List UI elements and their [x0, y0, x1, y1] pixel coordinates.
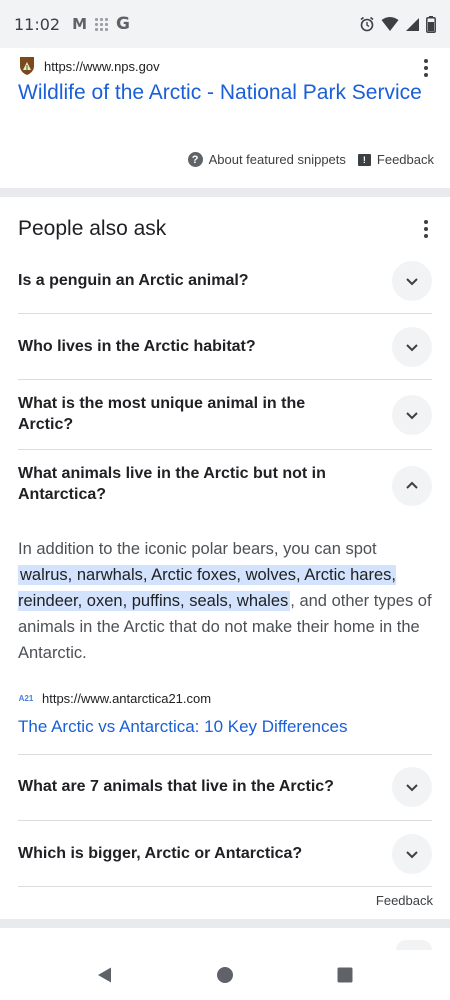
result-url: https://www.nps.gov — [44, 58, 160, 74]
result-title-link[interactable]: Wildlife of the Arctic - National Park S… — [18, 78, 428, 107]
navigation-bar — [0, 950, 450, 1000]
home-icon[interactable] — [215, 965, 235, 985]
paa-question-text: Which is bigger, Arctic or Antarctica? — [18, 845, 303, 862]
people-also-ask-section: People also ask Is a penguin an Arctic a… — [0, 197, 450, 921]
chevron-down-icon[interactable] — [392, 834, 432, 874]
paa-question-text: What is the most unique animal in the Ar… — [18, 395, 306, 433]
status-bar: 11:02 M G — [0, 0, 450, 48]
search-result-card: https://www.nps.gov Wildlife of the Arct… — [0, 48, 450, 190]
paa-more-options-icon[interactable] — [416, 219, 436, 239]
help-icon: ? — [187, 152, 203, 167]
paa-question-row-expanded[interactable]: What animals live in the Arctic but not … — [18, 450, 432, 528]
section-divider — [0, 919, 450, 928]
paa-question-row[interactable]: Is a penguin an Arctic animal? — [18, 247, 432, 314]
answer-source-title-link[interactable]: The Arctic vs Antarctica: 10 Key Differe… — [18, 717, 347, 737]
signal-icon — [406, 18, 419, 31]
paa-answer-snippet: In addition to the iconic polar bears, y… — [18, 536, 434, 666]
alarm-icon — [360, 16, 374, 32]
apps-grid-icon — [95, 17, 109, 31]
paa-question-row[interactable]: Which is bigger, Arctic or Antarctica? — [18, 821, 432, 887]
paa-question-text: Is a penguin an Arctic animal? — [18, 272, 249, 289]
wifi-icon — [381, 17, 399, 31]
paa-heading: People also ask — [18, 217, 167, 240]
paa-question-row[interactable]: Who lives in the Arctic habitat? — [18, 314, 432, 380]
next-card-peek — [396, 940, 432, 950]
gmail-icon: M — [72, 15, 88, 33]
recents-icon[interactable] — [335, 965, 355, 985]
chevron-down-icon[interactable] — [392, 261, 432, 301]
feedback-link[interactable]: ! Feedback — [357, 152, 434, 167]
status-time: 11:02 — [14, 14, 61, 34]
chevron-down-icon[interactable] — [392, 395, 432, 435]
antarctica21-logo-icon: A21 — [18, 694, 34, 703]
paa-question-text: What animals live in the Arctic but not … — [18, 465, 326, 503]
google-icon: G — [116, 14, 131, 34]
answer-text-before: In addition to the iconic polar bears, y… — [18, 540, 377, 558]
answer-source[interactable]: A21 https://www.antarctica21.com — [18, 691, 211, 706]
section-divider — [0, 188, 450, 197]
feedback-icon: ! — [357, 153, 371, 166]
paa-question-row[interactable]: What is the most unique animal in the Ar… — [18, 380, 432, 450]
nps-arrowhead-icon — [20, 57, 34, 75]
back-icon[interactable] — [95, 965, 115, 985]
about-featured-snippets-label: About featured snippets — [208, 152, 346, 167]
result-source[interactable]: https://www.nps.gov — [18, 56, 160, 76]
paa-question-text: Who lives in the Arctic habitat? — [18, 338, 256, 355]
feedback-label: Feedback — [376, 152, 434, 167]
paa-feedback-link[interactable]: Feedback — [376, 893, 433, 908]
answer-source-url: https://www.antarctica21.com — [42, 691, 212, 706]
about-featured-snippets-link[interactable]: ? About featured snippets — [187, 152, 346, 167]
battery-icon — [426, 15, 436, 33]
chevron-down-icon[interactable] — [392, 327, 432, 367]
paa-question-row[interactable]: What are 7 animals that live in the Arct… — [18, 754, 432, 821]
chevron-up-icon[interactable] — [392, 466, 432, 506]
paa-question-text: What are 7 animals that live in the Arct… — [18, 778, 334, 795]
result-more-options-icon[interactable] — [416, 58, 436, 78]
chevron-down-icon[interactable] — [392, 767, 432, 807]
